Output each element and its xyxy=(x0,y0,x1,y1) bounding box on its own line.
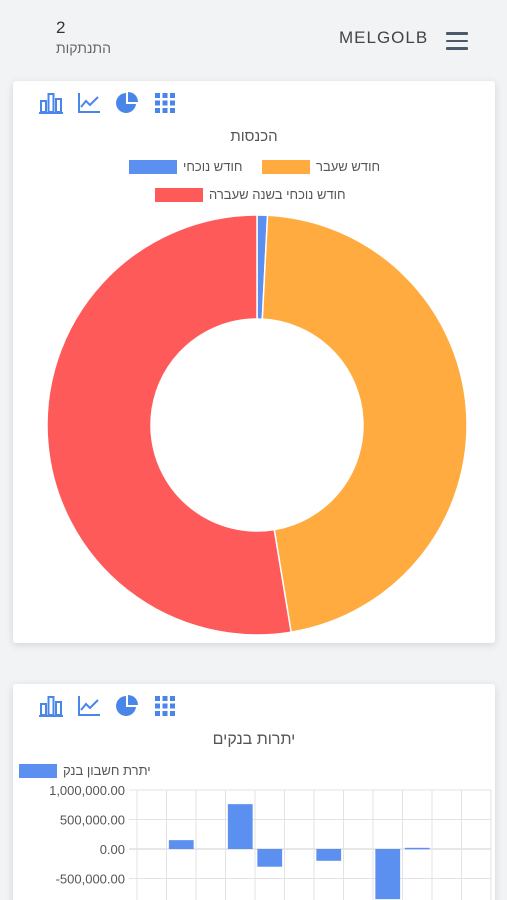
bar[interactable] xyxy=(257,849,283,867)
legend-last-month[interactable]: חודש שעבר xyxy=(262,159,380,174)
disconnect-count: 2 xyxy=(56,18,66,37)
y-tick-label: 0.00 xyxy=(100,842,125,857)
legend-last-month-label: חודש שעבר xyxy=(316,159,381,174)
legend-current-month-last-year[interactable]: חודש נוכחי בשנה שעברה xyxy=(155,187,346,202)
app-logo: MELGOLB xyxy=(339,28,429,47)
income-donut-chart[interactable] xyxy=(47,215,467,635)
income-chart-title: הכנסות xyxy=(230,128,278,145)
disconnect-counter[interactable]: 2 התנתקות xyxy=(56,18,122,56)
bank-balances-card: יתרות בנקים יתרת חשבון בנק 1,000,000.00 5… xyxy=(13,684,495,900)
legend-swatch-last-month xyxy=(262,159,310,174)
bar[interactable] xyxy=(168,840,194,849)
bar[interactable] xyxy=(316,849,342,861)
line-chart-icon[interactable] xyxy=(77,91,101,115)
legend-swatch-current-month-last-year xyxy=(155,187,203,202)
top-bar: 2 התנתקות MELGOLB xyxy=(0,0,507,72)
disconnect-label[interactable]: התנתקות xyxy=(56,40,122,56)
legend-current-month-last-year-label: חודש נוכחי בשנה שעברה xyxy=(209,187,346,202)
legend-current-month[interactable]: חודש נוכחי xyxy=(129,159,242,174)
y-tick-label: -500,000.00 xyxy=(56,872,125,887)
y-tick-label: 500,000.00 xyxy=(60,813,125,828)
slice-last-month[interactable] xyxy=(261,215,467,634)
legend-current-month-label: חודש נוכחי xyxy=(183,159,243,174)
legend-swatch-current-month xyxy=(129,159,177,174)
pie-chart-icon[interactable] xyxy=(115,91,139,115)
chart-type-switcher xyxy=(39,91,177,115)
bar[interactable] xyxy=(375,849,401,900)
y-tick-label: 1,000,000.00 xyxy=(49,783,125,798)
grid-icon[interactable] xyxy=(153,91,177,115)
bar-chart-icon[interactable] xyxy=(39,91,63,115)
bar[interactable] xyxy=(227,804,253,849)
bank-balances-bar-chart[interactable]: 1,000,000.00 500,000.00 0.00 -500,000.00 xyxy=(13,684,495,900)
income-card: הכנסות חודש נוכחי חודש שעבר חודש נוכחי ב… xyxy=(13,81,495,643)
hamburger-menu-icon[interactable] xyxy=(446,32,468,52)
slice-current-month-last-year[interactable] xyxy=(47,215,293,635)
bar[interactable] xyxy=(404,847,430,850)
